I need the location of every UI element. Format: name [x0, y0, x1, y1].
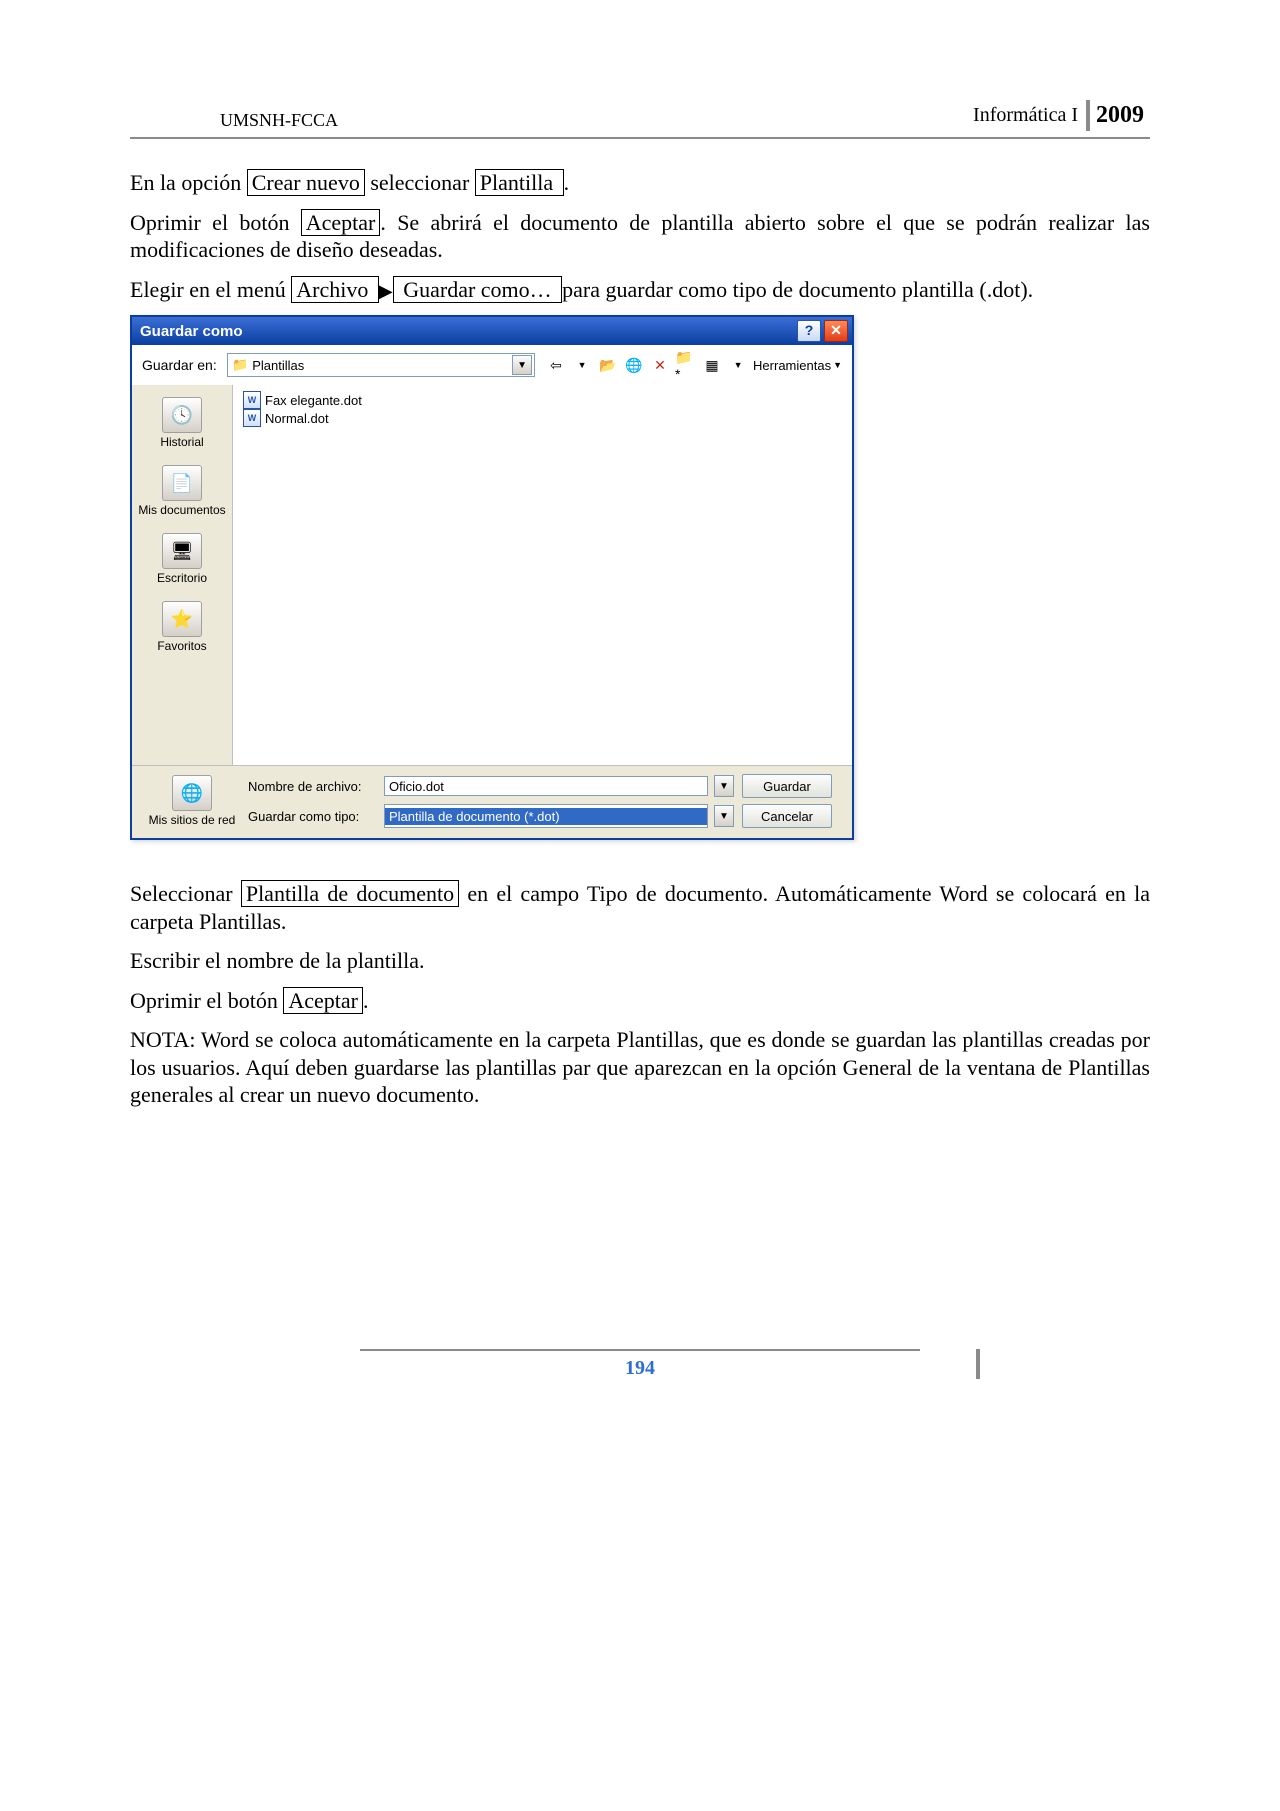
history-icon: 🕓	[162, 397, 202, 433]
sidebar-item-label: Mis sitios de red	[149, 813, 236, 827]
save-in-value: Plantillas	[248, 358, 512, 373]
tools-caret-icon: ▼	[833, 360, 842, 370]
views-caret-icon[interactable]: ▼	[727, 354, 749, 376]
filename-label: Nombre de archivo:	[248, 779, 378, 794]
network-icon: 🌐	[172, 775, 212, 811]
boxed-plantilla: Plantilla	[475, 169, 564, 196]
sidebar-item-favoritos[interactable]: ⭐ Favoritos	[132, 597, 232, 657]
sidebar-item-label: Escritorio	[157, 571, 207, 585]
header-right: Informática I 2009	[973, 100, 1150, 131]
save-type-label: Guardar como tipo:	[248, 809, 378, 824]
filename-input[interactable]	[384, 776, 708, 796]
save-type-caret-icon[interactable]: ▼	[714, 805, 734, 827]
tools-label: Herramientas	[753, 358, 831, 373]
paragraph-1: En la opción Crear nuevo seleccionar Pla…	[130, 169, 1150, 197]
delete-icon[interactable]: ✕	[649, 354, 671, 376]
cancel-button[interactable]: Cancelar	[742, 804, 832, 828]
back-icon[interactable]: ⇦	[545, 354, 567, 376]
save-as-dialog: Guardar como ? ✕ Guardar en: 📁 Plantilla…	[130, 315, 854, 840]
sidebar-item-network[interactable]: 🌐 Mis sitios de red	[142, 775, 242, 827]
favorites-icon: ⭐	[162, 601, 202, 637]
dialog-toolbar: Guardar en: 📁 Plantillas ▼ ⇦ ▼ 📂 🌐 ✕ 📁* …	[132, 345, 852, 385]
save-in-label: Guardar en:	[142, 357, 221, 373]
sidebar-item-label: Mis documentos	[138, 503, 225, 517]
word-doc-icon: W	[243, 391, 261, 409]
back-history-caret-icon[interactable]: ▼	[571, 354, 593, 376]
dropdown-caret-icon[interactable]: ▼	[512, 355, 532, 375]
body-text: En la opción Crear nuevo seleccionar Pla…	[130, 169, 1150, 1109]
save-type-combo[interactable]: Plantilla de documento (*.dot)	[384, 804, 708, 828]
save-type-value: Plantilla de documento (*.dot)	[385, 808, 707, 825]
course-name: Informática I	[973, 104, 1078, 127]
word-doc-icon: W	[243, 409, 261, 427]
paragraph-6: Oprimir el botón Aceptar.	[130, 987, 1150, 1015]
document-page: UMSNH-FCCA Informática I 2009 En la opci…	[0, 0, 1280, 1440]
arrow-right-icon: ▶	[379, 280, 393, 303]
tools-menu[interactable]: Herramientas ▼	[753, 358, 842, 373]
file-row[interactable]: W Normal.dot	[243, 409, 842, 427]
paragraph-7: NOTA: Word se coloca automáticamente en …	[130, 1026, 1150, 1109]
sidebar-item-historial[interactable]: 🕓 Historial	[132, 393, 232, 453]
boxed-guardar-como: Guardar como…	[393, 276, 562, 303]
boxed-aceptar-2: Aceptar	[283, 987, 363, 1014]
filename-history-caret-icon[interactable]: ▼	[714, 775, 734, 797]
header-left: UMSNH-FCCA	[130, 110, 338, 131]
boxed-archivo: Archivo	[291, 276, 379, 303]
file-list-pane[interactable]: W Fax elegante.dot W Normal.dot	[233, 385, 852, 765]
page-number: 194	[360, 1349, 920, 1380]
sidebar-item-label: Historial	[160, 435, 203, 449]
documents-icon: 📄	[162, 465, 202, 501]
dialog-bottom-area: 🌐 Mis sitios de red Nombre de archivo: ▼…	[132, 765, 852, 838]
file-name: Fax elegante.dot	[265, 393, 362, 408]
dialog-titlebar: Guardar como ? ✕	[132, 317, 852, 345]
toolbar-icons: ⇦ ▼ 📂 🌐 ✕ 📁* ▦ ▼ Herramientas ▼	[545, 354, 842, 376]
titlebar-buttons: ? ✕	[797, 320, 848, 342]
places-sidebar: 🕓 Historial 📄 Mis documentos 🖥 Escritori…	[132, 385, 233, 765]
search-web-icon[interactable]: 🌐	[623, 354, 645, 376]
boxed-aceptar-1: Aceptar	[301, 209, 381, 236]
views-icon[interactable]: ▦	[701, 354, 723, 376]
help-button[interactable]: ?	[797, 320, 821, 342]
boxed-plantilla-documento: Plantilla de documento	[241, 880, 459, 907]
paragraph-4: Seleccionar Plantilla de documento en el…	[130, 880, 1150, 935]
boxed-crear-nuevo: Crear nuevo	[247, 169, 365, 196]
folder-icon: 📁	[232, 357, 248, 373]
dialog-body: 🕓 Historial 📄 Mis documentos 🖥 Escritori…	[132, 385, 852, 765]
paragraph-3: Elegir en el menú Archivo ▶ Guardar como…	[130, 276, 1150, 304]
sidebar-item-mis-documentos[interactable]: 📄 Mis documentos	[132, 461, 232, 521]
file-row[interactable]: W Fax elegante.dot	[243, 391, 842, 409]
sidebar-item-escritorio[interactable]: 🖥 Escritorio	[132, 529, 232, 589]
up-folder-icon[interactable]: 📂	[597, 354, 619, 376]
paragraph-5: Escribir el nombre de la plantilla.	[130, 947, 1150, 975]
close-button[interactable]: ✕	[824, 320, 848, 342]
new-folder-icon[interactable]: 📁*	[675, 354, 697, 376]
year-box: 2009	[1086, 100, 1150, 131]
dialog-title: Guardar como	[140, 323, 243, 340]
desktop-icon: 🖥	[162, 533, 202, 569]
file-name: Normal.dot	[265, 411, 329, 426]
page-header: UMSNH-FCCA Informática I 2009	[130, 100, 1150, 139]
save-in-combo[interactable]: 📁 Plantillas ▼	[227, 353, 535, 377]
paragraph-2: Oprimir el botón Aceptar. Se abrirá el d…	[130, 209, 1150, 264]
save-button[interactable]: Guardar	[742, 774, 832, 798]
sidebar-item-label: Favoritos	[157, 639, 206, 653]
